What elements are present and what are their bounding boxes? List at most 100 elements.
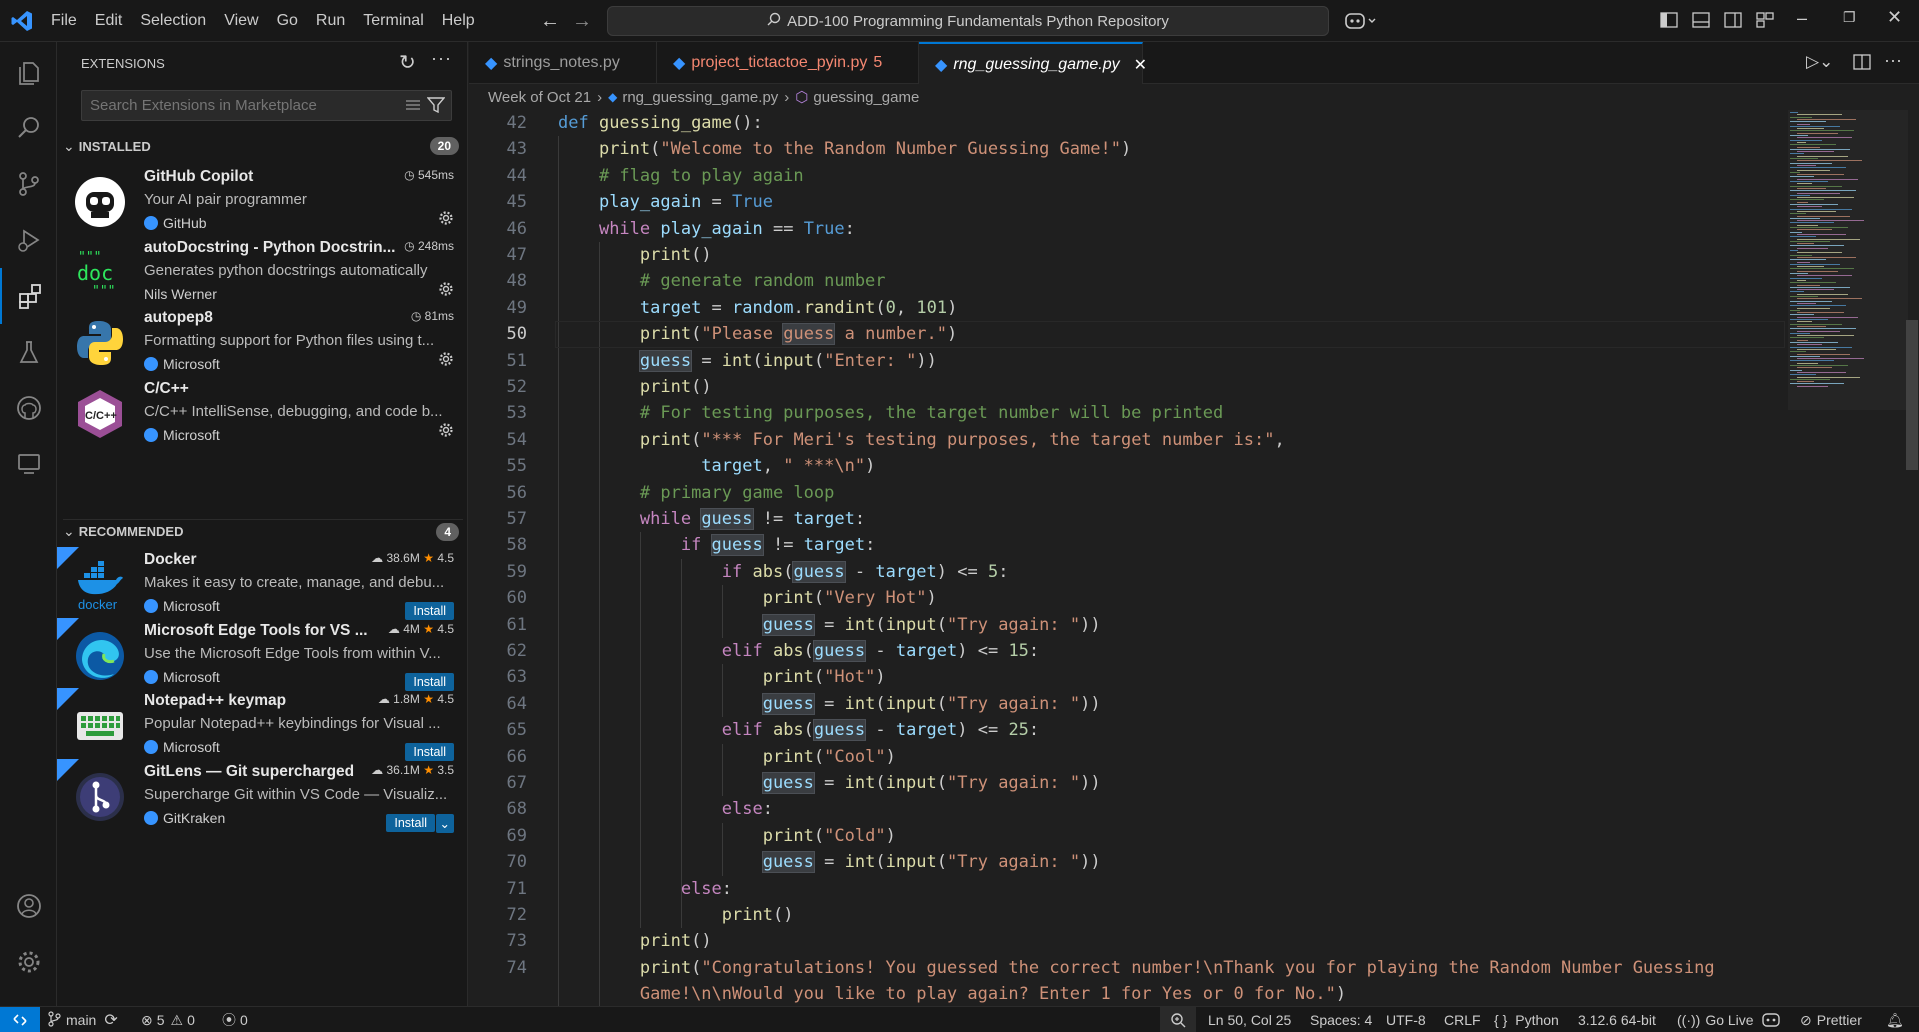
install-button[interactable]: Install (386, 813, 435, 832)
menu-run[interactable]: Run (307, 0, 354, 42)
manage-extension-gear-icon[interactable] (438, 210, 454, 231)
code-line[interactable]: guess = int(input("Enter: ")) (558, 348, 937, 374)
code-line[interactable]: print("Hot") (558, 664, 886, 690)
search-icon[interactable] (0, 100, 57, 156)
code-line[interactable]: print() (558, 242, 712, 268)
github-icon[interactable] (0, 380, 57, 436)
code-line[interactable]: # generate random number (558, 268, 886, 294)
installed-extension-item[interactable]: C/C++ C/C++ C/C++ IntelliSense, debugging,… (57, 376, 468, 462)
code-editor[interactable]: 42 def guessing_game(): 43 print("Welcome … (469, 110, 1919, 1006)
code-line[interactable]: guess = int(input("Try again: ")) (558, 770, 1101, 796)
code-line[interactable]: while guess != target: (558, 506, 865, 532)
manage-extension-gear-icon[interactable] (438, 351, 454, 372)
cursor-position[interactable]: Ln 50, Col 25 (1208, 1007, 1291, 1032)
code-line[interactable]: else: (558, 796, 773, 822)
code-line[interactable]: target = random.randint(0, 101) (558, 295, 957, 321)
code-line[interactable]: guess = int(input("Try again: ")) (558, 691, 1101, 717)
problems-status[interactable]: ⊗ 5 ⚠ 0 (141, 1007, 195, 1032)
menu-selection[interactable]: Selection (131, 0, 215, 42)
code-line[interactable]: print("Please guess a number.") (558, 321, 957, 347)
copilot-menu-icon[interactable] (1344, 11, 1378, 36)
code-line[interactable]: if abs(guess - target) <= 5: (558, 559, 1008, 585)
toggle-panel-icon[interactable] (1692, 11, 1710, 34)
source-control-icon[interactable] (0, 156, 57, 212)
code-line[interactable]: print() (558, 374, 712, 400)
go-live-status[interactable]: ((·)) Go Live (1677, 1007, 1754, 1032)
breadcrumb-file[interactable]: rng_guessing_game.py (622, 89, 778, 106)
clear-filter-icon[interactable] (405, 98, 421, 117)
prettier-status[interactable]: ⊘ Prettier (1800, 1007, 1862, 1032)
notifications-bell-icon[interactable]: 🔔︎ (1886, 1007, 1904, 1032)
code-line[interactable]: print("Welcome to the Random Number Gues… (558, 136, 1131, 162)
filter-icon[interactable] (426, 97, 446, 118)
code-line[interactable]: Game!\n\nWould you like to play again? E… (558, 981, 1346, 1006)
tab-strings-notes[interactable]: ◆ strings_notes.py (469, 42, 657, 84)
encoding[interactable]: UTF-8 (1386, 1007, 1426, 1032)
minimap[interactable] (1788, 110, 1908, 1006)
menu-go[interactable]: Go (268, 0, 307, 42)
ports-status[interactable]: ⦿ 0 (222, 1007, 248, 1032)
code-line[interactable]: print("Cool") (558, 744, 896, 770)
code-line[interactable]: print("Cold") (558, 823, 896, 849)
back-arrow-icon[interactable]: ← (540, 10, 560, 33)
branch-status[interactable]: main ⟳ (48, 1007, 118, 1032)
code-line[interactable]: while play_again == True: (558, 216, 855, 242)
code-line[interactable]: # For testing purposes, the target numbe… (558, 400, 1223, 426)
zoom-icon[interactable] (1160, 1007, 1196, 1032)
account-icon[interactable] (0, 878, 57, 934)
customize-layout-icon[interactable] (1756, 11, 1774, 34)
extensions-icon[interactable] (0, 268, 57, 324)
refresh-icon[interactable]: ↻ (399, 50, 416, 75)
menu-help[interactable]: Help (433, 0, 484, 42)
menu-terminal[interactable]: Terminal (354, 0, 432, 42)
code-line[interactable]: target, " ***\n") (558, 453, 875, 479)
close-window-icon[interactable]: ✕ (1887, 7, 1902, 28)
menu-file[interactable]: File (42, 0, 86, 42)
tab-project-tictactoe[interactable]: ◆ project_tictactoe_pyin.py 5 (657, 42, 919, 84)
forward-arrow-icon[interactable]: → (572, 10, 592, 33)
language-mode[interactable]: { } Python (1494, 1007, 1559, 1032)
copilot-status-icon[interactable] (1762, 1007, 1780, 1032)
code-line[interactable]: print() (558, 902, 794, 928)
vertical-scrollbar[interactable] (1906, 320, 1918, 470)
restore-icon[interactable]: ❐ (1843, 9, 1856, 26)
toggle-primary-sidebar-icon[interactable] (1660, 11, 1678, 34)
code-line[interactable]: print("*** For Meri's testing purposes, … (558, 427, 1285, 453)
menu-edit[interactable]: Edit (86, 0, 132, 42)
manage-extension-gear-icon[interactable] (438, 422, 454, 443)
recommended-extension-item[interactable]: GitLens — Git supercharged ☁ 36.1M ★ 3.5 S… (57, 758, 468, 845)
code-line[interactable]: else: (558, 876, 732, 902)
close-tab-icon[interactable]: ✕ (1134, 55, 1147, 75)
sync-icon[interactable]: ⟳ (104, 1010, 117, 1030)
extensions-search-input[interactable] (82, 97, 392, 114)
breadcrumb-folder[interactable]: Week of Oct 21 (488, 89, 591, 106)
code-line[interactable]: elif abs(guess - target) <= 25: (558, 717, 1039, 743)
explorer-icon[interactable] (0, 44, 57, 100)
recommended-section-header[interactable]: ⌄ RECOMMENDED 4 (63, 519, 463, 541)
split-editor-icon[interactable] (1853, 53, 1871, 76)
minimize-icon[interactable]: – (1797, 8, 1807, 29)
run-debug-icon[interactable] (0, 212, 57, 268)
toggle-secondary-sidebar-icon[interactable] (1724, 11, 1742, 34)
indentation[interactable]: Spaces: 4 (1310, 1007, 1372, 1032)
tab-rng-guessing-game[interactable]: ◆ rng_guessing_game.py ✕ (919, 42, 1147, 85)
installed-section-header[interactable]: ⌄ INSTALLED 20 (63, 135, 463, 157)
code-line[interactable]: # primary game loop (558, 480, 834, 506)
code-line[interactable]: guess = int(input("Try again: ")) (558, 612, 1101, 638)
remote-indicator-icon[interactable] (0, 1007, 40, 1032)
manage-extension-gear-icon[interactable] (438, 281, 454, 302)
breadcrumb-symbol[interactable]: guessing_game (813, 89, 919, 106)
code-line[interactable]: guess = int(input("Try again: ")) (558, 849, 1101, 875)
run-python-file-icon[interactable]: ▷⌄ (1806, 52, 1833, 72)
python-interpreter[interactable]: 3.12.6 64-bit (1578, 1007, 1656, 1032)
manage-gear-icon[interactable] (0, 934, 57, 990)
code-line[interactable]: def guessing_game(): (558, 110, 763, 136)
code-line[interactable]: print() (558, 928, 712, 954)
line-ending[interactable]: CRLF (1444, 1007, 1481, 1032)
command-center-search[interactable]: ADD-100 Programming Fundamentals Python … (607, 6, 1329, 36)
code-line[interactable]: print("Congratulations! You guessed the … (558, 955, 1715, 981)
install-options-chevron-icon[interactable]: ⌄ (435, 813, 454, 833)
editor-more-actions-icon[interactable]: ··· (1884, 50, 1902, 71)
more-actions-icon[interactable]: ··· (431, 48, 452, 69)
remote-explorer-icon[interactable] (0, 436, 57, 492)
